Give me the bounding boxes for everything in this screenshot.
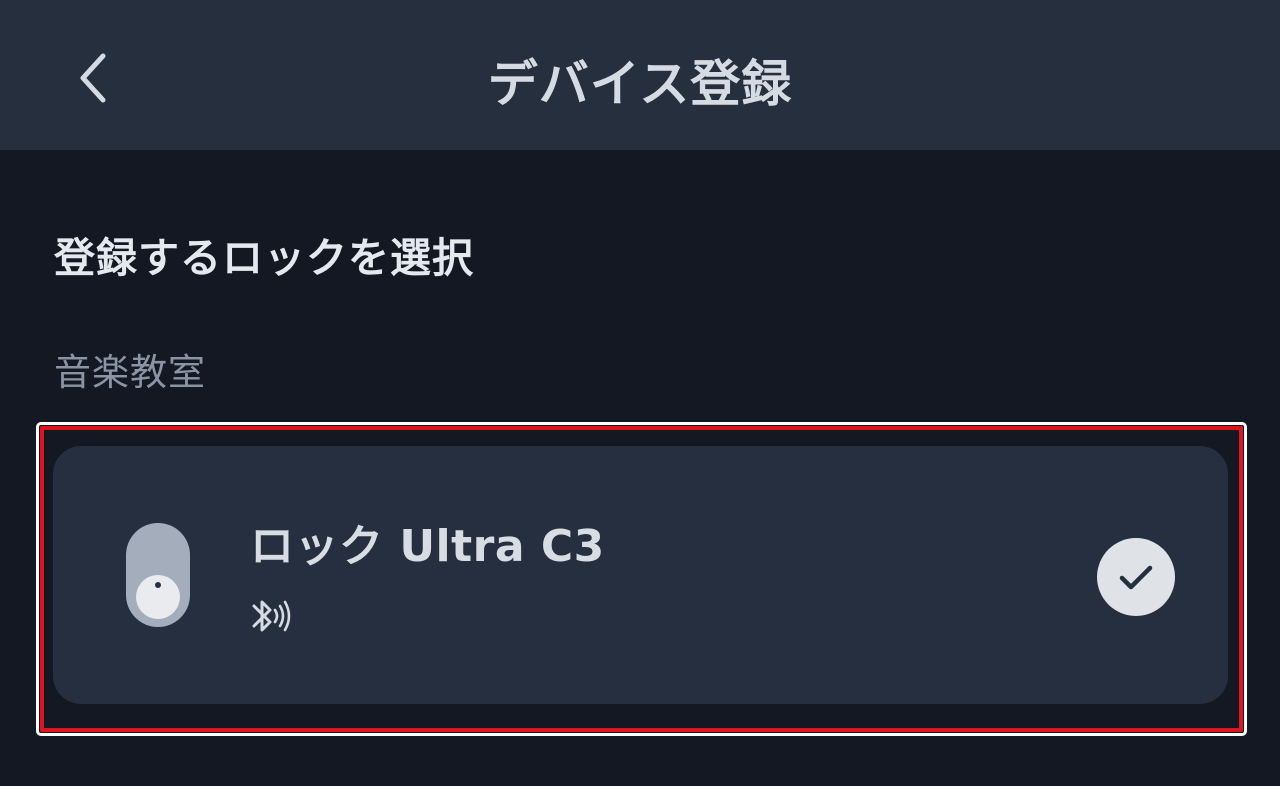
group-label: 音楽教室 [54, 351, 206, 394]
section-heading: 登録するロックを選択 [54, 234, 474, 282]
highlight-frame [36, 422, 1247, 736]
highlight-frame-inner [40, 426, 1243, 732]
page-title: デバイス登録 [487, 55, 793, 113]
header-bar: デバイス登録 [0, 0, 1280, 150]
device-registration-screen: デバイス登録 登録するロックを選択 音楽教室 ロック Ultra C3 [0, 0, 1280, 786]
